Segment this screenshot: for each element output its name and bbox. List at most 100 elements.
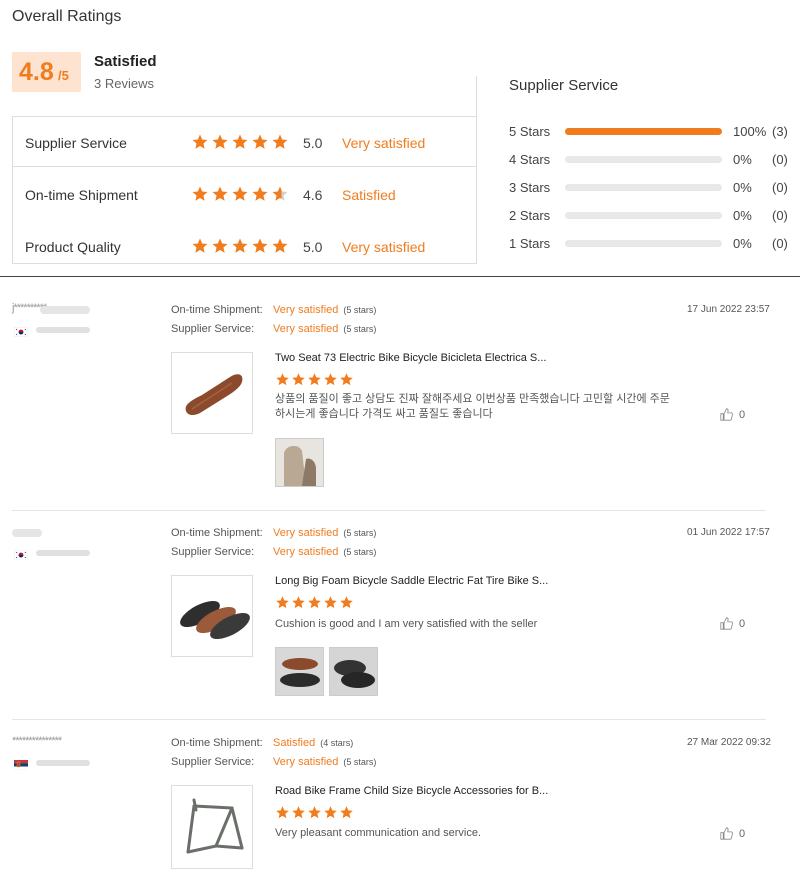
star-icon [191,133,209,151]
review-meta-shipment: On-time Shipment: Very satisfied (5 stars) [171,304,376,316]
product-title[interactable]: Long Big Foam Bicycle Saddle Electric Fa… [275,575,548,587]
like-count: 0 [739,827,746,840]
meta-label: On-time Shipment: [171,304,263,316]
thumbs-up-icon [720,827,733,840]
meta-label: Supplier Service: [171,323,255,335]
product-thumbnail[interactable] [171,575,253,657]
star-icon [291,372,306,387]
product-thumbnail[interactable] [171,352,253,434]
meta-verdict: Very satisfied [273,527,339,539]
breakdown-label: 5 Stars [509,124,551,139]
like-button[interactable]: 0 [720,827,745,840]
product-title[interactable]: Two Seat 73 Electric Bike Bicycle Bicicl… [275,352,546,364]
meta-stars: (4 stars) [320,738,354,748]
score-badge: 4.8 /5 [12,52,81,92]
review-meta-service: Supplier Service: Very satisfied (5 stars) [171,323,376,335]
breakdown-percent: 0% [733,180,752,195]
review-photo[interactable] [275,438,324,487]
star-icon [231,237,249,255]
country-name-blur [36,550,90,556]
breakdown-title: Supplier Service [509,77,619,94]
breakdown-count: (0) [772,208,788,223]
breakdown-bar-track [565,212,722,219]
star-icon [339,372,354,387]
star-icon [191,237,209,255]
review-meta-service: Supplier Service: Very satisfied (5 stars) [171,546,376,558]
meta-label: On-time Shipment: [171,527,263,539]
metric-stars [191,133,289,151]
star-icon [323,595,338,610]
metric-value: 5.0 [303,135,323,151]
reviewer-name-blur [12,529,42,537]
vertical-divider [476,76,477,264]
meta-stars: (5 stars) [343,324,377,334]
review-text: Cushion is good and I am very satisfied … [275,618,538,630]
meta-label: Supplier Service: [171,546,255,558]
metric-name: Product Quality [25,239,121,255]
review-stars [275,595,354,610]
product-thumbnail[interactable] [171,785,253,869]
metric-table: Supplier Service 5.0 Very satisfied On-t… [12,116,477,264]
review-count: 3 Reviews [94,76,154,91]
meta-verdict: Very satisfied [273,756,339,768]
breakdown-row-5: 5 Stars 100% (3) [509,124,799,140]
metric-row-supplier-service: Supplier Service 5.0 Very satisfied [13,117,476,167]
like-count: 0 [739,408,746,421]
meta-verdict: Satisfied [273,737,316,749]
product-title[interactable]: Road Bike Frame Child Size Bicycle Acces… [275,785,548,797]
star-icon [339,595,354,610]
review-photo[interactable] [329,647,378,696]
country-flag-icon [13,757,29,771]
meta-label: On-time Shipment: [171,737,263,749]
meta-stars: (5 stars) [343,305,377,315]
breakdown-bar-fill [565,128,722,135]
breakdown-count: (0) [772,180,788,195]
star-icon [251,185,269,203]
metric-row-product-quality: Product Quality 5.0 Very satisfied [13,221,476,271]
star-icon [231,133,249,151]
star-icon [307,372,322,387]
review-text: 상품의 품질이 좋고 상담도 진짜 잘해주세요 이번상품 만족했습니다 고민할 … [275,393,670,420]
country-flag-icon [13,547,29,561]
breakdown-bar-track [565,128,722,135]
score-max: /5 [58,68,69,83]
review-stars [275,372,354,387]
metric-stars [191,185,289,203]
breakdown-bar-track [565,184,722,191]
country-name-blur [36,760,90,766]
star-icon [191,185,209,203]
bike-frame-image [186,798,244,854]
star-icon [211,185,229,203]
metric-value: 5.0 [303,239,323,255]
like-button[interactable]: 0 [720,617,745,630]
breakdown-label: 1 Stars [509,236,551,251]
metric-verdict: Very satisfied [342,239,426,255]
star-icon [307,805,322,820]
review-date: 17 Jun 2022 23:57 [687,304,770,315]
review-text: Very pleasant communication and service. [275,827,482,839]
country-flag-icon [13,324,29,338]
breakdown-count: (3) [772,124,788,139]
meta-verdict: Very satisfied [273,323,339,335]
review-stars [275,805,354,820]
star-icon [251,237,269,255]
breakdown-percent: 0% [733,152,752,167]
reviewer-name: *************** [12,735,62,747]
breakdown-label: 3 Stars [509,180,551,195]
star-icon [271,133,289,151]
star-icon [339,805,354,820]
review-photo[interactable] [275,647,324,696]
star-icon [275,805,290,820]
review-photo-image [330,648,377,695]
star-icon [275,595,290,610]
star-icon [323,372,338,387]
review-meta-shipment: On-time Shipment: Satisfied (4 stars) [171,737,353,749]
breakdown-count: (0) [772,152,788,167]
metric-verdict: Satisfied [342,187,396,203]
star-icon [251,133,269,151]
breakdown-row-3: 3 Stars 0% (0) [509,180,799,196]
breakdown-bar-track [565,156,722,163]
meta-stars: (5 stars) [343,757,377,767]
like-button[interactable]: 0 [720,408,745,421]
breakdown-label: 2 Stars [509,208,551,223]
